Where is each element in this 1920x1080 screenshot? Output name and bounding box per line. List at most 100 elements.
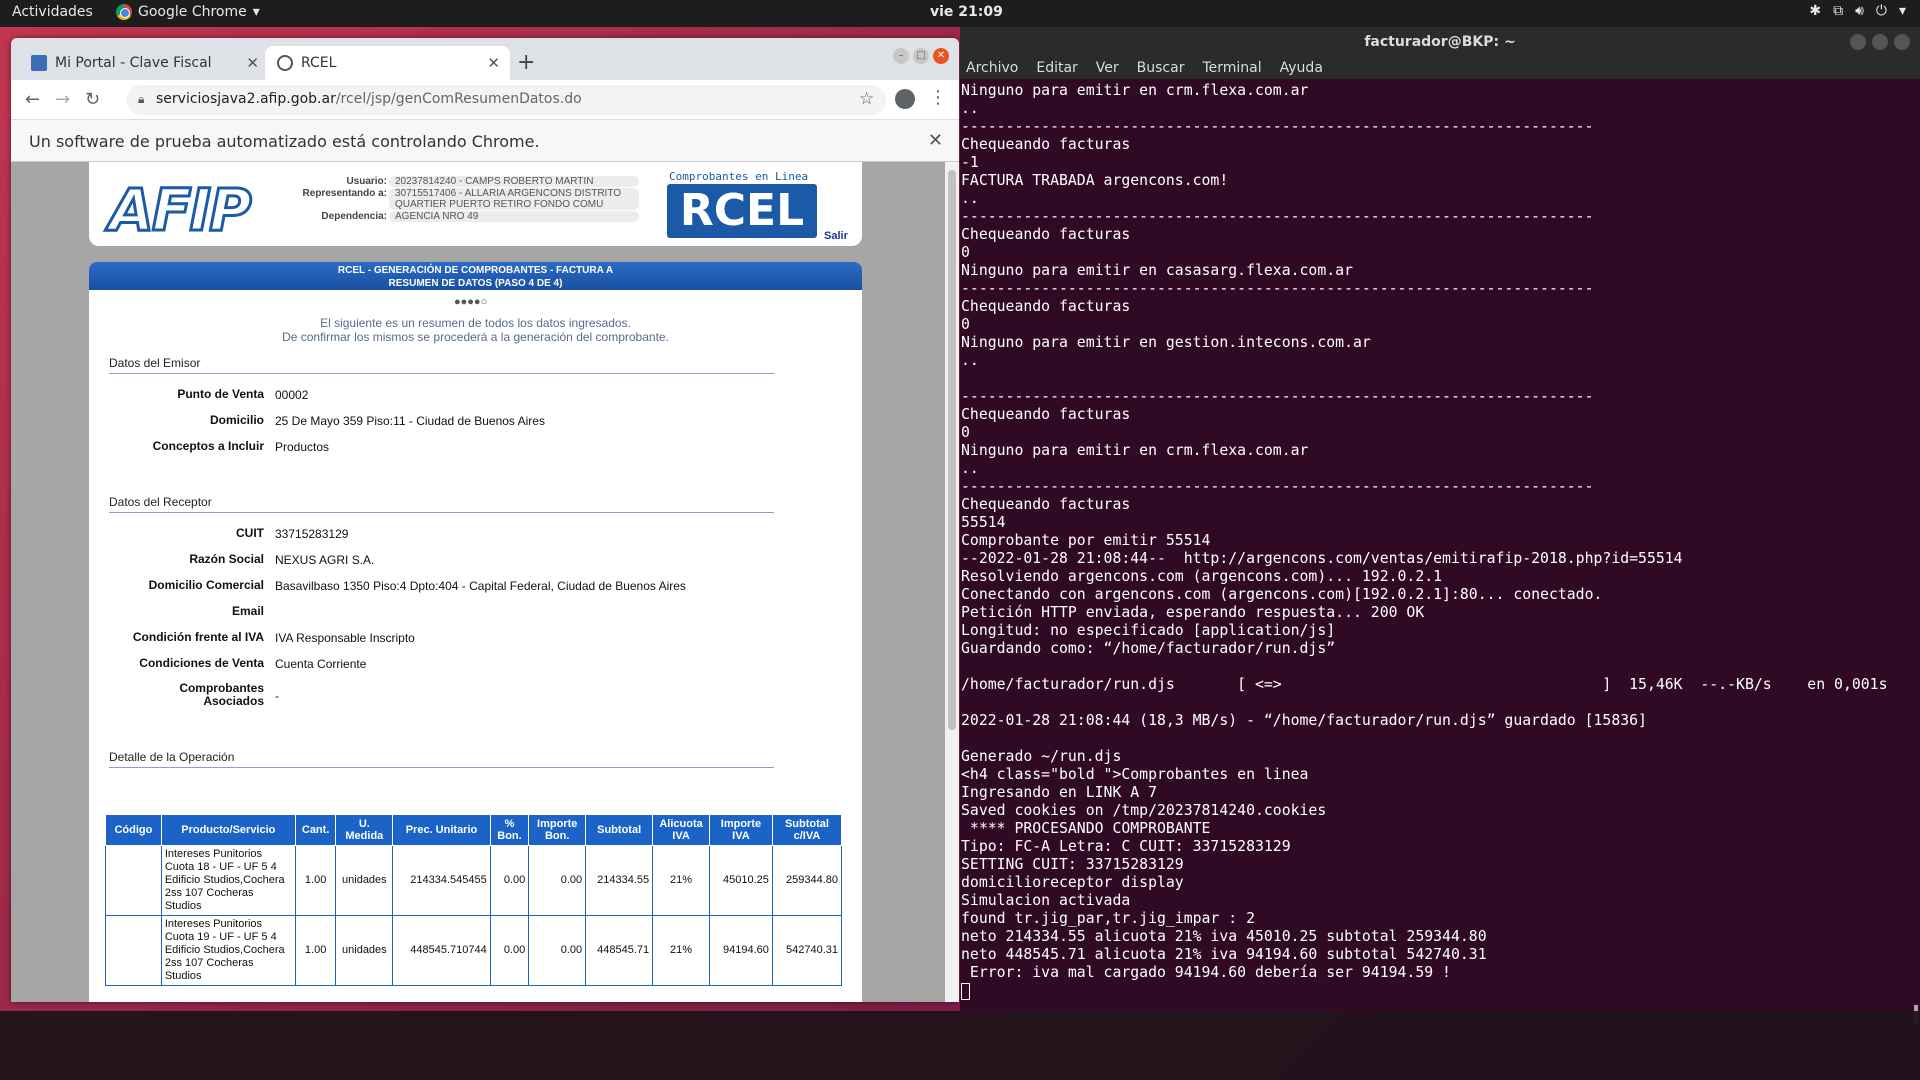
intro-text: El siguiente es un resumen de todos los … [89, 316, 862, 344]
page-title-line2: RESUMEN DE DATOS (PASO 4 DE 4) [388, 278, 563, 289]
terminal-line: --2022-01-28 21:08:44-- http://argencons… [961, 550, 1683, 567]
menu-editar[interactable]: Editar [1036, 57, 1077, 79]
terminal-line: Chequeando facturas [961, 496, 1131, 513]
cell-precio: 448545.710744 [392, 915, 491, 986]
rcel-tagline: Comprobantes en Linea [669, 170, 809, 183]
network-icon[interactable]: ⧉ [1833, 3, 1843, 19]
scrollbar-thumb[interactable] [948, 170, 956, 730]
terminal-line: 2022-01-28 21:08:44 (18,3 MB/s) - “/home… [961, 712, 1647, 729]
close-tab-icon[interactable]: ✕ [246, 54, 259, 72]
razon-social-label: Razón Social [189, 552, 264, 566]
tab-mi-portal[interactable]: Mi Portal - Clave Fiscal ✕ [19, 46, 269, 80]
minimize-icon[interactable]: – [893, 48, 909, 64]
maximize-icon[interactable]: □ [913, 48, 929, 64]
close-window-icon[interactable] [1894, 34, 1910, 50]
terminal-line: .. [961, 190, 979, 207]
close-infobar-icon[interactable]: ✕ [928, 130, 943, 151]
representando-label: Representando a: [302, 188, 387, 199]
col-header: Importe Bon. [528, 814, 587, 846]
close-window-icon[interactable]: ✕ [933, 48, 949, 64]
terminal-line: Tipo: FC-A Letra: C CUIT: 33715283129 [961, 838, 1291, 855]
activities-button[interactable]: Actividades [12, 4, 93, 20]
toolbar: ← → ↻ 🔒︎ serviciosjava2.afip.gob.ar/rcel… [11, 80, 959, 120]
tab-title: Mi Portal - Clave Fiscal [55, 55, 212, 71]
terminal-line: .. [961, 460, 979, 477]
terminal-line: ----------------------------------------… [961, 388, 1594, 405]
menu-archivo[interactable]: Archivo [966, 57, 1018, 79]
terminal-line: found tr.jig_par,tr.jig_impar : 2 [961, 910, 1255, 927]
terminal-line: Chequeando facturas [961, 406, 1131, 423]
cell-subtotal-iva: 259344.80 [771, 845, 843, 916]
dependencia-value: AGENCIA NRO 49 [389, 211, 639, 222]
app-menu[interactable]: Google Chrome ▾ [116, 4, 260, 20]
account-avatar-icon[interactable] [895, 89, 915, 109]
afip-logo: AFIP [108, 175, 254, 246]
tab-title: RCEL [301, 55, 337, 71]
tab-rcel[interactable]: RCEL ✕ [265, 46, 510, 80]
clock[interactable]: vie 21:09 [930, 4, 1003, 20]
email-label: Email [231, 604, 264, 618]
terminal-output[interactable]: Ninguno para emitir en crm.flexa.com.ar.… [960, 79, 1920, 1011]
back-icon[interactable]: ← [25, 89, 40, 110]
terminal-line: -1 [961, 154, 979, 171]
domicilio-value: 25 De Mayo 359 Piso:11 - Ciudad de Bueno… [275, 414, 545, 428]
forward-icon[interactable]: → [55, 89, 70, 110]
terminal-line: /home/facturador/run.djs [ <=> ] 15,46K … [961, 676, 1888, 693]
tab-strip: Mi Portal - Clave Fiscal ✕ RCEL ✕ + – □ … [11, 38, 959, 80]
cell-importe-bon: 0.00 [528, 915, 587, 986]
globe-icon [277, 55, 293, 71]
menu-terminal[interactable]: Terminal [1202, 57, 1261, 79]
menu-buscar[interactable]: Buscar [1137, 57, 1185, 79]
power-icon[interactable]: ⏻ [1876, 3, 1887, 19]
minimize-icon[interactable] [1850, 34, 1866, 50]
comprobantes-asociados-label: Comprobantes Asociados [104, 682, 264, 708]
terminal-line: Resolviendo argencons.com (argencons.com… [961, 568, 1443, 585]
bluetooth-icon[interactable]: ✱ [1809, 3, 1821, 19]
cell-importe-iva: 94194.60 [708, 915, 773, 986]
reload-icon[interactable]: ↻ [85, 89, 100, 110]
terminal-line: <h4 class="bold ">Comprobantes en linea [961, 766, 1309, 783]
terminal-line: neto 448545.71 alicuota 21% iva 94194.60… [961, 946, 1487, 963]
terminal-titlebar: facturador@BKP: ~ [960, 27, 1920, 57]
section-detalle: Detalle de la Operación [109, 750, 774, 768]
volume-icon[interactable]: 🔊︎ [1855, 3, 1864, 19]
terminal-line: Ingresando en LINK A 7 [961, 784, 1157, 801]
terminal-line: .. [961, 352, 979, 369]
url-host: serviciosjava2.afip.gob.ar [156, 91, 336, 107]
automation-infobar: Un software de prueba automatizado está … [11, 120, 959, 162]
close-tab-icon[interactable]: ✕ [487, 54, 500, 72]
app-menu-label: Google Chrome [138, 4, 247, 20]
chrome-icon [116, 4, 132, 20]
terminal-line: neto 214334.55 alicuota 21% iva 45010.25… [961, 928, 1487, 945]
domicilio-comercial-value: Basavilbaso 1350 Piso:4 Dpto:404 - Capit… [275, 579, 686, 593]
lock-icon[interactable]: 🔒︎ [138, 92, 144, 107]
terminal-line: Comprobante por emitir 55514 [961, 532, 1211, 549]
more-menu-icon[interactable]: ⋮ [929, 87, 947, 108]
menu-ver[interactable]: Ver [1096, 57, 1119, 79]
cell-precio: 214334.545455 [392, 845, 491, 916]
salir-link[interactable]: Salir [824, 230, 848, 242]
dropdown-arrow-icon[interactable]: ▾ [1899, 3, 1906, 19]
menu-ayuda[interactable]: Ayuda [1280, 57, 1323, 79]
terminal-prompt-line[interactable] [961, 982, 1920, 1000]
cell-producto: Intereses Punitorios Cuota 18 - UF - UF … [160, 845, 296, 916]
comprobantes-asociados-value: - [275, 689, 279, 703]
terminal-line: 55514 [961, 514, 1006, 531]
terminal-line: Chequeando facturas [961, 226, 1131, 243]
maximize-icon[interactable] [1872, 34, 1888, 50]
cell-bon: 0.00 [489, 845, 530, 916]
new-tab-icon[interactable]: + [517, 50, 535, 75]
cuit-value: 33715283129 [275, 527, 349, 541]
afip-favicon-icon [31, 55, 47, 71]
top-bar: Actividades Google Chrome ▾ vie 21:09 ✱ … [0, 0, 1920, 27]
terminal-menubar: Archivo Editar Ver Buscar Terminal Ayuda [960, 57, 1920, 79]
bookmark-star-icon[interactable]: ☆ [859, 89, 874, 109]
page-scrollbar[interactable] [945, 162, 959, 1002]
intro-line: El siguiente es un resumen de todos los … [320, 316, 631, 330]
system-tray[interactable]: ✱ ⧉ 🔊︎ ⏻ ▾ [1809, 3, 1906, 19]
terminal-line: Conectando con argencons.com (argencons.… [961, 586, 1603, 603]
label-line: Asociados [203, 694, 264, 708]
address-bar[interactable]: 🔒︎ serviciosjava2.afip.gob.ar/rcel/jsp/g… [126, 85, 886, 115]
terminal-cursor [961, 982, 970, 1000]
